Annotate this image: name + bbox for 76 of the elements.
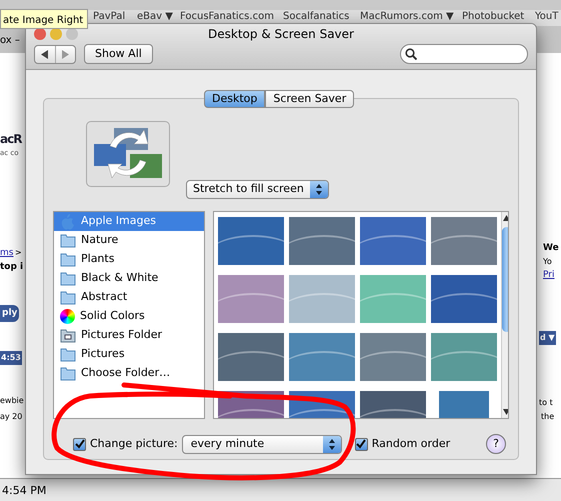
page-heading: We xyxy=(543,243,559,254)
back-forward-buttons[interactable] xyxy=(34,44,76,64)
source-list-item[interactable]: Plants xyxy=(54,250,204,269)
site-logo-text: acR xyxy=(0,132,22,146)
wallpaper-thumbnail[interactable] xyxy=(218,217,284,265)
scrollbar[interactable] xyxy=(501,212,508,418)
page-heading: top i xyxy=(0,262,24,273)
tab[interactable]: Screen Saver xyxy=(265,90,354,108)
folder-icon xyxy=(60,252,76,267)
checkbox-label: Change picture: xyxy=(90,436,178,452)
status-bar: 4:54 PM xyxy=(0,478,561,501)
folder-icon xyxy=(60,290,76,305)
dropdown-arrows-icon xyxy=(322,436,341,452)
folder-icon xyxy=(60,347,76,362)
checkbox[interactable] xyxy=(73,438,86,450)
wallpaper-thumbnail[interactable] xyxy=(289,217,355,265)
wallpaper-thumbnail[interactable] xyxy=(289,333,355,381)
wallpaper-thumbnail[interactable] xyxy=(431,333,497,381)
source-list-item[interactable]: Pictures xyxy=(54,345,204,364)
interval-dropdown[interactable]: every minute xyxy=(182,434,342,454)
bookmark-link[interactable]: eBav ▼ xyxy=(137,11,173,22)
scroll-up-icon[interactable] xyxy=(503,215,508,221)
wallpaper-thumbnail[interactable] xyxy=(431,275,497,323)
wallpaper-thumbnail[interactable] xyxy=(360,275,426,323)
post-text: ewbie xyxy=(0,396,24,406)
folder-icon xyxy=(60,366,76,381)
search-icon xyxy=(405,48,417,60)
show-all-button[interactable]: Show All xyxy=(84,44,153,64)
window-title: Desktop & Screen Saver xyxy=(208,26,354,43)
source-list-item[interactable]: Black & White xyxy=(54,269,204,288)
bookmark-link[interactable]: MacRumors.com ▼ xyxy=(360,11,454,22)
breadcrumb-link[interactable]: ms xyxy=(0,248,14,259)
checkbox-label: Random order xyxy=(372,436,450,452)
source-list-item[interactable]: Nature xyxy=(54,231,204,250)
post-text: Yo xyxy=(543,257,552,267)
pictures-folder-icon xyxy=(60,328,76,343)
dropdown-arrows-icon xyxy=(310,181,328,198)
folder-icon xyxy=(60,271,76,286)
wallpaper-thumbnail[interactable] xyxy=(431,217,497,265)
bookmark-link[interactable]: Photobucket xyxy=(462,11,524,22)
apple-icon xyxy=(60,214,76,230)
post-text: the xyxy=(541,412,554,422)
help-button[interactable]: ? xyxy=(486,434,506,454)
wallpaper-thumbnail[interactable] xyxy=(218,333,284,381)
wallpaper-thumbnail[interactable] xyxy=(360,333,426,381)
reply-button[interactable]: ply xyxy=(0,305,20,322)
bookmark-link[interactable]: PavPal xyxy=(93,11,126,22)
source-list-item[interactable]: Choose Folder… xyxy=(54,364,204,383)
wallpaper-thumbnail[interactable] xyxy=(289,275,355,323)
folder-icon xyxy=(60,233,76,248)
scaling-dropdown[interactable]: Stretch to fill screen xyxy=(186,180,329,199)
post-text: ay 20 xyxy=(0,412,22,422)
browser-tab-title[interactable]: ox – xyxy=(0,35,20,47)
window-control-icon[interactable] xyxy=(34,28,46,40)
wallpaper-thumbnail[interactable] xyxy=(218,275,284,323)
tab[interactable]: Desktop xyxy=(204,90,266,108)
bookmark-link[interactable]: Socalfanatics xyxy=(283,11,350,22)
window-control-icon[interactable] xyxy=(66,28,78,40)
wallpaper-thumbnail[interactable] xyxy=(360,217,426,265)
window-control-icon[interactable] xyxy=(50,28,62,40)
color-wheel-icon xyxy=(60,309,75,324)
checkbox[interactable] xyxy=(354,438,368,450)
post-header-bar: 4:53 xyxy=(0,351,22,365)
source-list-item[interactable]: Apple Images xyxy=(54,212,204,231)
post-text: > xyxy=(15,248,22,258)
post-text: to t xyxy=(539,398,553,408)
source-list-item[interactable]: Pictures Folder xyxy=(54,326,204,345)
breadcrumb-link[interactable]: Pri xyxy=(543,270,554,281)
post-header-bar: d ▼ xyxy=(539,331,556,345)
source-list-item[interactable]: Solid Colors xyxy=(54,307,204,326)
bookmark-link[interactable]: YouT xyxy=(535,11,558,22)
source-list-item[interactable]: Abstract xyxy=(54,288,204,307)
search-field[interactable] xyxy=(400,44,528,64)
scroll-down-icon[interactable] xyxy=(503,409,508,415)
tooltip: ate Image Right xyxy=(0,9,88,29)
bookmark-link[interactable]: FocusFanatics.com xyxy=(180,11,274,22)
